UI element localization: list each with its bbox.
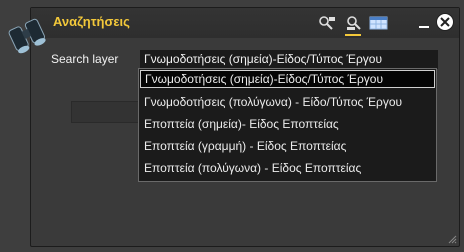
panel-title: Αναζητήσεις: [53, 14, 130, 29]
search-tool-icon[interactable]: [317, 15, 337, 31]
close-icon[interactable]: [436, 13, 454, 31]
resize-grip-icon[interactable]: [447, 234, 457, 244]
binoculars-icon: [8, 18, 46, 54]
query-tool-icon[interactable]: [344, 15, 364, 31]
search-layer-select[interactable]: Γνωμοδοτήσεις (σημεία)-Είδος/Τύπος Έργου: [140, 50, 438, 69]
dropdown-option[interactable]: Γνωμοδοτήσεις (πολύγωνα) - Είδο/Τύπος Έρ…: [140, 93, 435, 111]
minimize-icon[interactable]: [419, 26, 429, 28]
dropdown-option[interactable]: Εποπτεία (σημεία)- Είδος Εποπτείας: [140, 115, 435, 133]
dropdown-option[interactable]: Γνωμοδοτήσεις (σημεία)-Είδος/Τύπος Έργου: [140, 70, 435, 88]
title-bar[interactable]: Αναζητήσεις: [31, 8, 459, 38]
dropdown-option[interactable]: Εποπτεία (πολύγωνα) - Είδος Εποπτείας: [140, 159, 435, 177]
search-layer-dropdown[interactable]: Γνωμοδοτήσεις (σημεία)-Είδος/Τύπος Έργου…: [138, 68, 437, 182]
search-layer-label: Search layer: [51, 52, 119, 66]
active-tool-underline: [345, 34, 361, 36]
dropdown-option[interactable]: Εποπτεία (γραμμή) - Είδος Εποπτείας: [140, 137, 435, 155]
table-icon[interactable]: [369, 15, 389, 31]
